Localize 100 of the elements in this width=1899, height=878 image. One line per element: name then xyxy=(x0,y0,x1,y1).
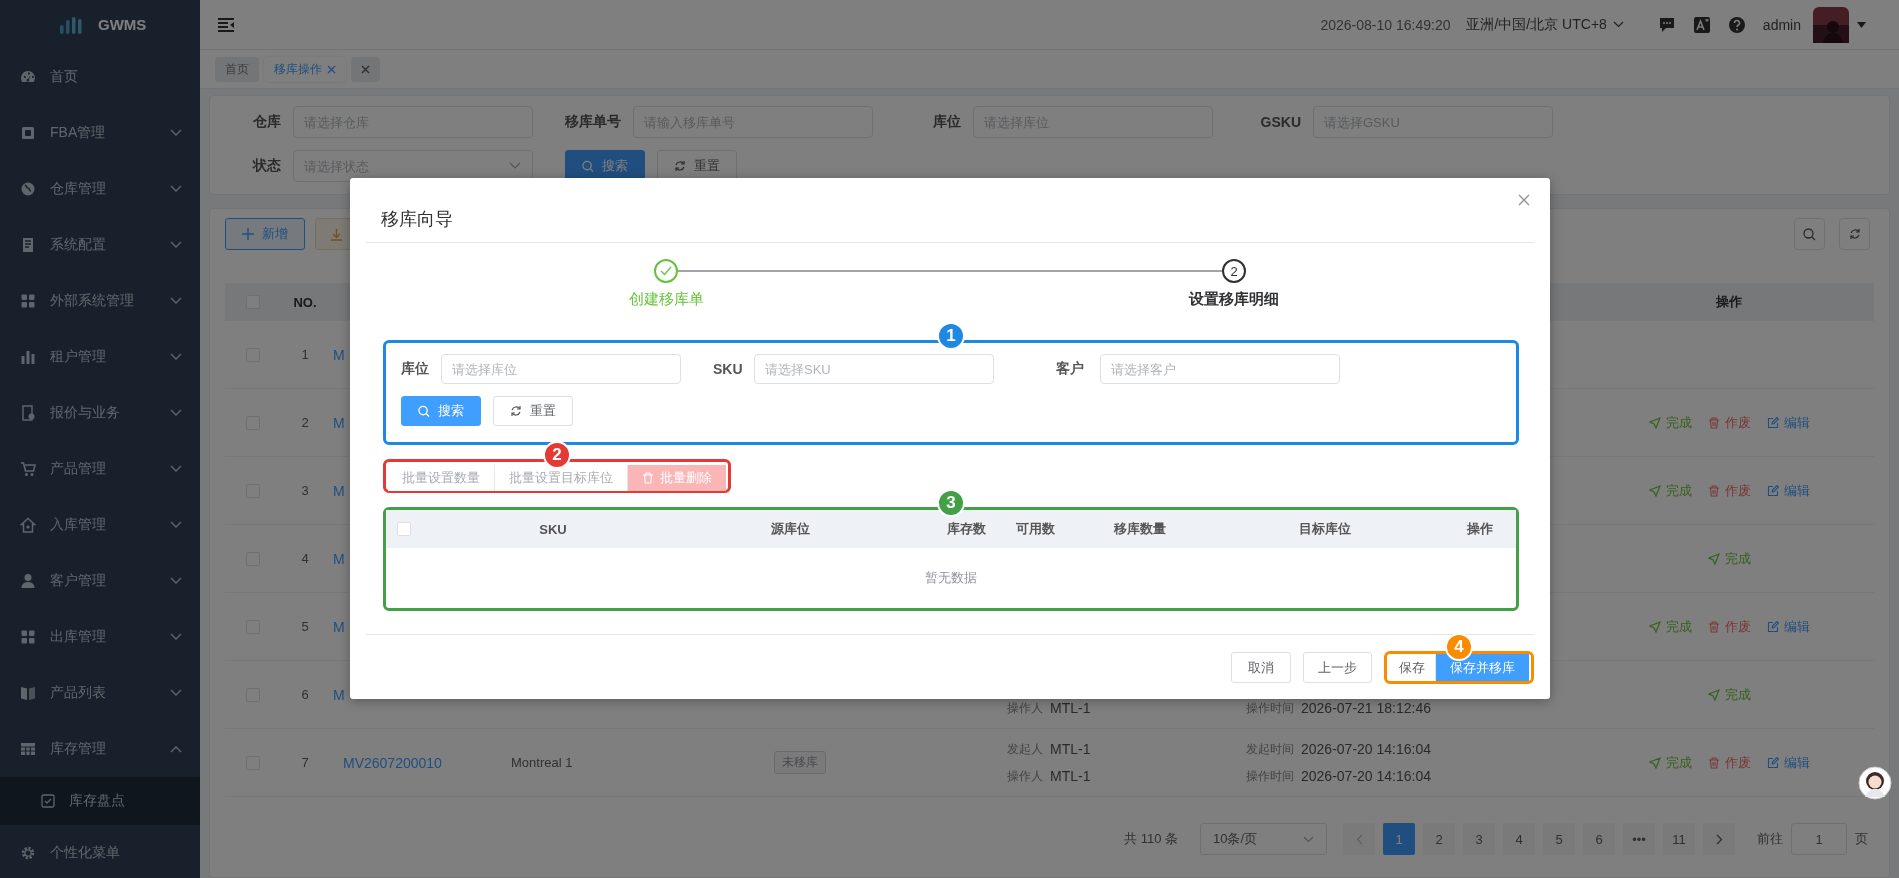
page-button[interactable]: 11 xyxy=(1663,823,1695,855)
field-label: 库位 xyxy=(932,113,961,131)
column-header: 操作 xyxy=(1466,520,1494,538)
menu-item[interactable]: 租户管理 xyxy=(0,329,200,385)
order-link[interactable]: M xyxy=(329,414,345,431)
table-cell: MTL-1 xyxy=(1050,700,1091,716)
menu-item[interactable]: FBA管理 xyxy=(0,105,200,161)
page-size-select[interactable]: 10条/页 xyxy=(1200,823,1327,855)
complete-link[interactable]: 完成 xyxy=(1648,753,1692,772)
page-number-field[interactable]: 1 xyxy=(1791,823,1847,855)
order-link[interactable]: M xyxy=(329,482,345,499)
menu-item[interactable]: 系统配置 xyxy=(0,217,200,273)
table-cell-text: 6 xyxy=(300,687,310,702)
field-label: 状态 xyxy=(251,157,281,175)
edit-link[interactable]: 编辑 xyxy=(1766,413,1810,432)
page-tab[interactable]: 移库操作 xyxy=(264,56,346,82)
menu-item[interactable]: 外部系统管理 xyxy=(0,273,200,329)
order-link[interactable]: MV2607200010 xyxy=(329,754,442,771)
menu-item[interactable]: 仓库管理 xyxy=(0,161,200,217)
page-button[interactable]: 4 xyxy=(1503,823,1535,855)
input-field[interactable]: 请选择客户 xyxy=(1100,354,1340,384)
app-name: GWMS xyxy=(98,16,147,33)
menu-item[interactable]: 客户管理 xyxy=(0,553,200,609)
field-label: 仓库 xyxy=(252,113,281,131)
edit-link[interactable]: 编辑 xyxy=(1766,617,1810,636)
column-header: 目标库位 xyxy=(1298,520,1352,538)
field-label: 操作时间 xyxy=(1246,767,1294,785)
step-indicator: 2 xyxy=(1222,259,1246,283)
complete-link[interactable]: 完成 xyxy=(1648,617,1692,636)
complete-link[interactable]: 完成 xyxy=(1648,413,1692,432)
reset-button[interactable]: 重置 xyxy=(493,396,573,426)
footer-button[interactable]: 取消 xyxy=(1231,652,1291,683)
page-unit: 页 xyxy=(1855,830,1868,848)
column-header: 库存数 xyxy=(946,520,987,538)
page-tab[interactable]: 首页 xyxy=(215,56,259,82)
callout-badge: 4 xyxy=(1445,633,1473,661)
complete-link[interactable]: 完成 xyxy=(1707,549,1751,568)
column-header: 操作 xyxy=(1715,293,1743,311)
footer-button[interactable]: 上一步 xyxy=(1303,652,1372,683)
order-link[interactable]: M xyxy=(329,346,345,363)
edit-link[interactable]: 编辑 xyxy=(1766,753,1810,772)
page-button[interactable]: 2 xyxy=(1423,823,1455,855)
table-cell-text: 4 xyxy=(300,551,310,566)
menu-item[interactable]: 个性化菜单 xyxy=(0,825,200,878)
column-header: 可用数 xyxy=(1014,520,1056,538)
complete-link[interactable]: 完成 xyxy=(1648,481,1692,500)
total-count: 共 110 条 xyxy=(1124,830,1178,848)
field-label: SKU xyxy=(713,361,742,377)
column-header: SKU xyxy=(538,521,568,537)
void-link[interactable]: 作废 xyxy=(1707,481,1751,500)
goto-label: 前往 xyxy=(1757,830,1783,848)
field-label: 移库单号 xyxy=(563,113,621,131)
table-cell: Montreal 1 xyxy=(511,755,573,770)
save-button[interactable]: 保存并移库 xyxy=(1436,654,1529,681)
table-cell: MTL-1 xyxy=(1050,741,1091,757)
menu-item[interactable]: 库存管理 xyxy=(0,721,200,777)
page-button[interactable]: 6 xyxy=(1583,823,1615,855)
submenu-item[interactable]: 库存盘点 xyxy=(0,777,200,825)
void-link[interactable]: 作废 xyxy=(1707,413,1751,432)
datetime-text: 2026-08-10 16:49:20 xyxy=(1320,16,1451,33)
column-header: 移库数量 xyxy=(1113,520,1167,538)
table-cell: 2026-07-20 14:16:04 xyxy=(1301,741,1431,757)
field-label: 操作人 xyxy=(1007,767,1043,785)
void-link[interactable]: 作废 xyxy=(1707,617,1751,636)
input-field[interactable]: 请选择库位 xyxy=(441,354,681,384)
callout-badge: 3 xyxy=(937,489,965,517)
table-cell-text: 3 xyxy=(300,483,310,498)
menu-item[interactable]: 产品管理 xyxy=(0,441,200,497)
table-cell-text: 5 xyxy=(300,619,310,634)
save-button[interactable]: 保存 xyxy=(1389,654,1436,681)
page-button[interactable]: 5 xyxy=(1543,823,1575,855)
order-link[interactable]: M xyxy=(329,550,345,567)
order-link[interactable]: M xyxy=(329,618,345,635)
menu-item[interactable]: 首页 xyxy=(0,49,200,105)
menu-item[interactable]: 报价与业务 xyxy=(0,385,200,441)
field-label: 库位 xyxy=(401,360,429,378)
callout-badge: 2 xyxy=(543,441,571,469)
username[interactable]: admin xyxy=(1762,16,1801,33)
search-button[interactable]: 搜索 xyxy=(401,396,481,426)
add-button[interactable]: 新增 xyxy=(225,218,305,250)
menu-item[interactable]: 产品列表 xyxy=(0,665,200,721)
page-button[interactable]: 1 xyxy=(1383,823,1415,855)
input-field[interactable]: 请选择SKU xyxy=(754,354,994,384)
menu-item[interactable]: 出库管理 xyxy=(0,609,200,665)
table-cell-text: 2 xyxy=(300,415,310,430)
column-header: NO. xyxy=(292,294,318,310)
callout-badge: 1 xyxy=(937,322,965,350)
void-link[interactable]: 作废 xyxy=(1707,753,1751,772)
menu-item[interactable]: 入库管理 xyxy=(0,497,200,553)
step-label: 设置移库明细 xyxy=(1187,290,1280,309)
table-cell: MTL-1 xyxy=(1050,768,1091,784)
page-button[interactable]: 3 xyxy=(1463,823,1495,855)
edit-link[interactable]: 编辑 xyxy=(1766,481,1810,500)
order-link[interactable]: M xyxy=(329,686,345,703)
timezone-dropdown[interactable]: 亚洲/中国/北京 UTC+8 xyxy=(1466,15,1624,34)
page-button[interactable]: ••• xyxy=(1623,823,1655,855)
complete-link[interactable]: 完成 xyxy=(1707,685,1751,704)
table-cell: 2026-07-20 14:16:04 xyxy=(1301,768,1431,784)
field-label: GSKU xyxy=(1259,114,1301,130)
table-cell: 2026-07-21 18:12:46 xyxy=(1301,700,1431,716)
